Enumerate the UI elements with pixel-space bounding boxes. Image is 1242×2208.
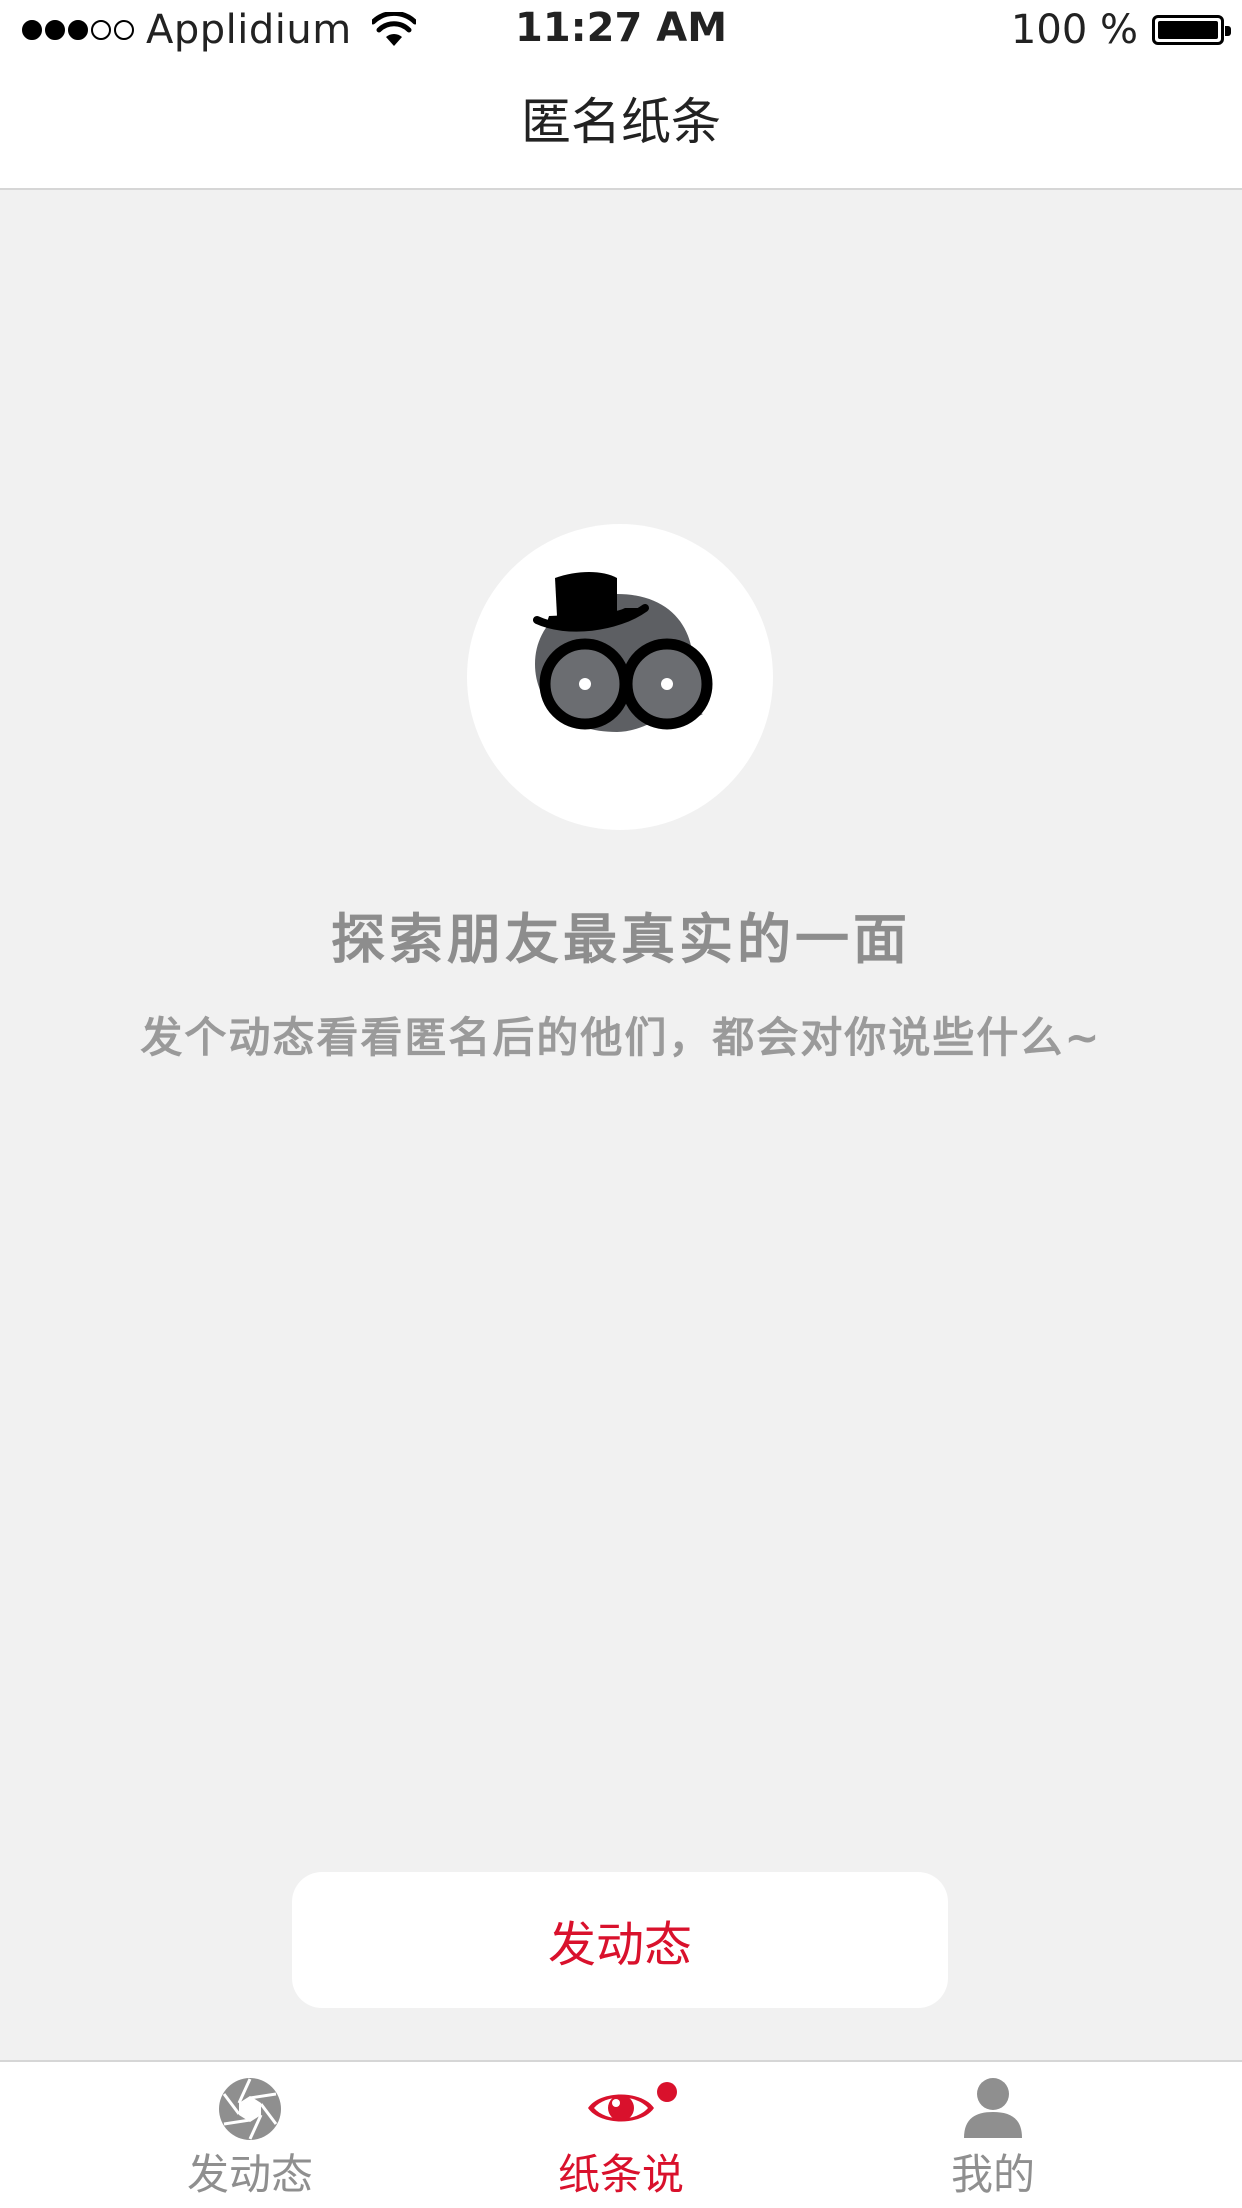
post-status-button[interactable]: 发动态 (292, 1872, 948, 2008)
battery-percentage: 100 % (1010, 7, 1138, 53)
status-right: 100 % (1010, 6, 1231, 54)
mascot-avatar (467, 524, 773, 830)
tab-label: 发动态 (186, 2150, 313, 2199)
navigation-bar: 匿名纸条 (0, 60, 1242, 190)
tab-post-status[interactable]: 发动态 (100, 2062, 400, 2208)
notification-badge (657, 2082, 677, 2102)
status-bar: Applidium 11:27 AM 100 % (0, 0, 1242, 60)
tab-label: 纸条说 (557, 2150, 684, 2199)
page-title: 匿名纸条 (521, 93, 721, 151)
eye-icon (588, 2094, 654, 2122)
tab-profile[interactable]: 我的 (843, 2062, 1143, 2208)
subheadline: 发个动态看看匿名后的他们，都会对你说些什么~ (140, 1013, 1102, 1062)
tab-bar: 发动态 纸条说 我的 (0, 2060, 1242, 2208)
person-icon (964, 2078, 1022, 2138)
mascot-icon (533, 572, 713, 732)
aperture-icon (219, 2078, 281, 2140)
tab-label: 我的 (950, 2150, 1035, 2199)
battery-icon (1152, 15, 1231, 45)
tab-notes[interactable]: 纸条说 (471, 2062, 771, 2208)
headline: 探索朋友最真实的一面 (331, 908, 911, 971)
